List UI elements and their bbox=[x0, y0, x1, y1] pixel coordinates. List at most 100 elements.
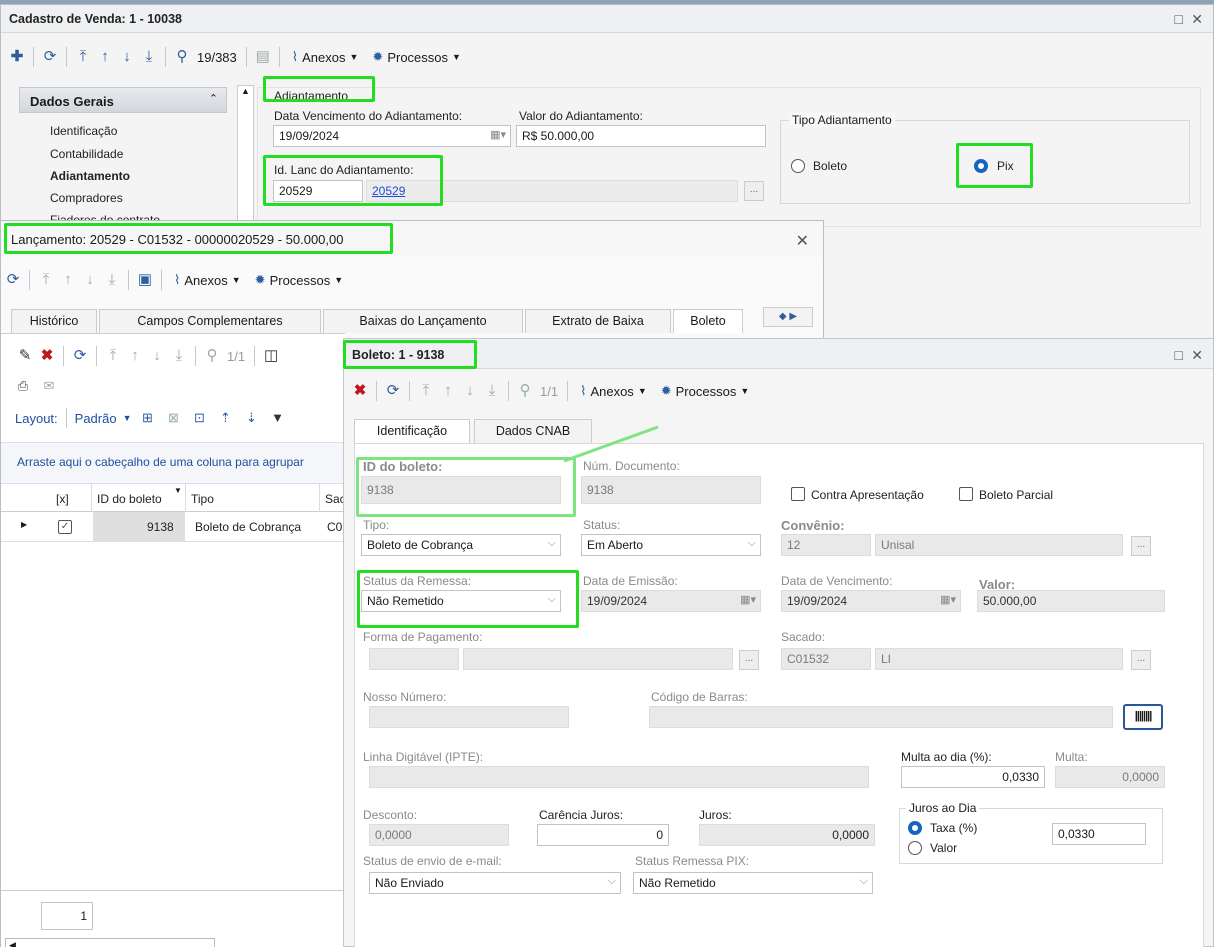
tab-campos-complementares[interactable]: Campos Complementares bbox=[99, 309, 321, 333]
anexos-menu[interactable]: ⌇ Anexos ▼ bbox=[574, 383, 653, 399]
tab-extrato-baixa[interactable]: Extrato de Baixa bbox=[525, 309, 671, 333]
forma-pagamento-lookup-button[interactable]: ... bbox=[739, 650, 759, 670]
data-vencimento-input[interactable]: 19/09/2024 ▦▾ bbox=[273, 125, 511, 147]
refresh-icon[interactable]: ⟳ bbox=[3, 270, 23, 290]
juros-dia-input[interactable]: 0,0330 bbox=[1052, 823, 1146, 845]
search-icon[interactable]: ⚲ bbox=[515, 381, 535, 401]
first-record-icon[interactable]: ⤒ bbox=[36, 270, 56, 290]
last-record-icon[interactable]: ⤓ bbox=[482, 381, 502, 401]
scroll-up-icon[interactable]: ▲ bbox=[241, 86, 250, 96]
save-layout-icon[interactable]: ⊡ bbox=[190, 408, 210, 428]
nav-item-contabilidade[interactable]: Contabilidade bbox=[50, 147, 123, 161]
next-record-icon[interactable]: ↓ bbox=[80, 270, 100, 290]
first-record-icon[interactable]: ⤒ bbox=[73, 47, 93, 67]
id-lanc-lookup-button[interactable]: ... bbox=[744, 181, 764, 201]
paperclip-icon: ⌇ bbox=[580, 383, 587, 398]
last-record-icon[interactable]: ⤓ bbox=[169, 346, 189, 366]
maximize-icon[interactable]: □ bbox=[1175, 347, 1183, 363]
status-select[interactable]: Em Aberto ⌵ bbox=[581, 534, 761, 556]
convenio-lookup-button[interactable]: ... bbox=[1131, 536, 1151, 556]
paint-layout-icon[interactable]: ▼ bbox=[268, 408, 288, 428]
barcode-icon[interactable]: |||||||| bbox=[1123, 704, 1163, 730]
upload-layout-icon[interactable]: ⇡ bbox=[216, 408, 236, 428]
next-record-icon[interactable]: ↓ bbox=[460, 381, 480, 401]
boleto-radio[interactable] bbox=[791, 159, 805, 173]
close-icon[interactable]: ✕ bbox=[1191, 11, 1203, 28]
collapse-icon[interactable]: ⌃ bbox=[209, 92, 218, 105]
grid-header-tipo[interactable]: Tipo bbox=[191, 492, 214, 506]
calendar-icon[interactable]: ▦▾ bbox=[740, 593, 756, 606]
delete-icon[interactable]: ✖ bbox=[37, 346, 57, 366]
valor-adiantamento-input[interactable]: R$ 50.000,00 bbox=[516, 125, 766, 147]
refresh-icon[interactable]: ⟳ bbox=[40, 47, 60, 67]
search-icon[interactable]: ⚲ bbox=[202, 346, 222, 366]
next-record-icon[interactable]: ↓ bbox=[117, 47, 137, 67]
multa-dia-input[interactable]: 0,0330 bbox=[901, 766, 1045, 788]
processos-menu[interactable]: ✹ Processos ▼ bbox=[655, 383, 756, 399]
edit-icon[interactable]: ✎ bbox=[15, 346, 35, 366]
tab-scroll-arrows[interactable]: ◆ ▶ bbox=[763, 307, 813, 327]
calendar-icon[interactable]: ▦▾ bbox=[490, 128, 506, 141]
tab-baixas-lancamento[interactable]: Baixas do Lançamento bbox=[323, 309, 523, 333]
previous-record-icon[interactable]: ↑ bbox=[95, 47, 115, 67]
form-scrollbar[interactable]: ▲ bbox=[237, 85, 254, 235]
processos-menu[interactable]: ✹ Processos ▼ bbox=[366, 49, 467, 65]
nav-header[interactable]: Dados Gerais ⌃ bbox=[19, 87, 227, 113]
email-icon[interactable]: ✉ bbox=[39, 376, 59, 396]
nav-item-identificacao[interactable]: Identificação bbox=[50, 124, 117, 138]
columns-icon[interactable]: ◫ bbox=[261, 346, 281, 366]
calendar-icon[interactable]: ▦▾ bbox=[940, 593, 956, 606]
add-icon[interactable]: ✚ bbox=[7, 47, 27, 67]
valor-radio[interactable] bbox=[908, 841, 922, 855]
grid-header-check[interactable]: [x] bbox=[56, 492, 69, 506]
anexos-menu[interactable]: ⌇ Anexos ▼ bbox=[168, 272, 247, 288]
report-icon[interactable]: ▤ bbox=[253, 47, 273, 67]
nav-item-compradores[interactable]: Compradores bbox=[50, 191, 123, 205]
print-icon[interactable]: ⎙ bbox=[13, 376, 33, 396]
sacado-lookup-button[interactable]: ... bbox=[1131, 650, 1151, 670]
page-number-input[interactable]: 1 bbox=[41, 902, 93, 930]
refresh-icon[interactable]: ⟳ bbox=[383, 381, 403, 401]
close-icon[interactable]: ✕ bbox=[1191, 347, 1203, 364]
last-record-icon[interactable]: ⤓ bbox=[102, 270, 122, 290]
add-layout-icon[interactable]: ⊞ bbox=[138, 408, 158, 428]
tab-identificacao[interactable]: Identificação bbox=[354, 419, 470, 443]
data-emissao-field[interactable]: 19/09/2024 ▦▾ bbox=[581, 590, 761, 612]
layout-dropdown[interactable]: Padrão bbox=[75, 411, 117, 426]
first-record-icon[interactable]: ⤒ bbox=[103, 346, 123, 366]
processos-menu[interactable]: ✹ Processos ▼ bbox=[249, 272, 350, 288]
contra-apresentacao-checkbox[interactable] bbox=[791, 487, 805, 501]
data-vencimento-field[interactable]: 19/09/2024 ▦▾ bbox=[781, 590, 961, 612]
first-record-icon[interactable]: ⤒ bbox=[416, 381, 436, 401]
taxa-radio[interactable] bbox=[908, 821, 922, 835]
pix-status-select[interactable]: Não Remetido ⌵ bbox=[633, 872, 873, 894]
filter-icon[interactable]: ▼ bbox=[174, 486, 182, 495]
next-record-icon[interactable]: ↓ bbox=[147, 346, 167, 366]
grid-header-id[interactable]: ID do boleto bbox=[97, 492, 162, 506]
search-icon[interactable]: ⚲ bbox=[172, 47, 192, 67]
table-row[interactable]: ▶ ✓ 9138 Boleto de Cobrança C0 bbox=[1, 512, 345, 542]
boleto-parcial-checkbox[interactable] bbox=[959, 487, 973, 501]
maximize-icon[interactable]: □ bbox=[1175, 11, 1183, 27]
row-checkbox[interactable]: ✓ bbox=[58, 520, 72, 534]
tipo-select[interactable]: Boleto de Cobrança ⌵ bbox=[361, 534, 561, 556]
nav-item-adiantamento[interactable]: Adiantamento bbox=[50, 169, 130, 183]
delete-icon[interactable]: ✖ bbox=[350, 381, 370, 401]
document-icon[interactable]: ▣ bbox=[135, 270, 155, 290]
download-layout-icon[interactable]: ⇣ bbox=[242, 408, 262, 428]
previous-record-icon[interactable]: ↑ bbox=[125, 346, 145, 366]
carencia-juros-input[interactable]: 0 bbox=[537, 824, 669, 846]
scroll-left-icon[interactable]: ◀ bbox=[9, 940, 16, 947]
tab-boleto[interactable]: Boleto bbox=[673, 309, 743, 333]
close-icon[interactable]: ✕ bbox=[796, 231, 809, 251]
horizontal-scrollbar[interactable]: ◀ bbox=[5, 938, 215, 947]
tab-historico[interactable]: Histórico bbox=[11, 309, 97, 333]
previous-record-icon[interactable]: ↑ bbox=[438, 381, 458, 401]
anexos-menu[interactable]: ⌇ Anexos ▼ bbox=[286, 49, 365, 65]
refresh-icon[interactable]: ⟳ bbox=[70, 346, 90, 366]
email-status-select[interactable]: Não Enviado ⌵ bbox=[369, 872, 621, 894]
previous-record-icon[interactable]: ↑ bbox=[58, 270, 78, 290]
last-record-icon[interactable]: ⤓ bbox=[139, 47, 159, 67]
row-expand-icon[interactable]: ▶ bbox=[21, 520, 27, 529]
remove-layout-icon[interactable]: ⊠ bbox=[164, 408, 184, 428]
